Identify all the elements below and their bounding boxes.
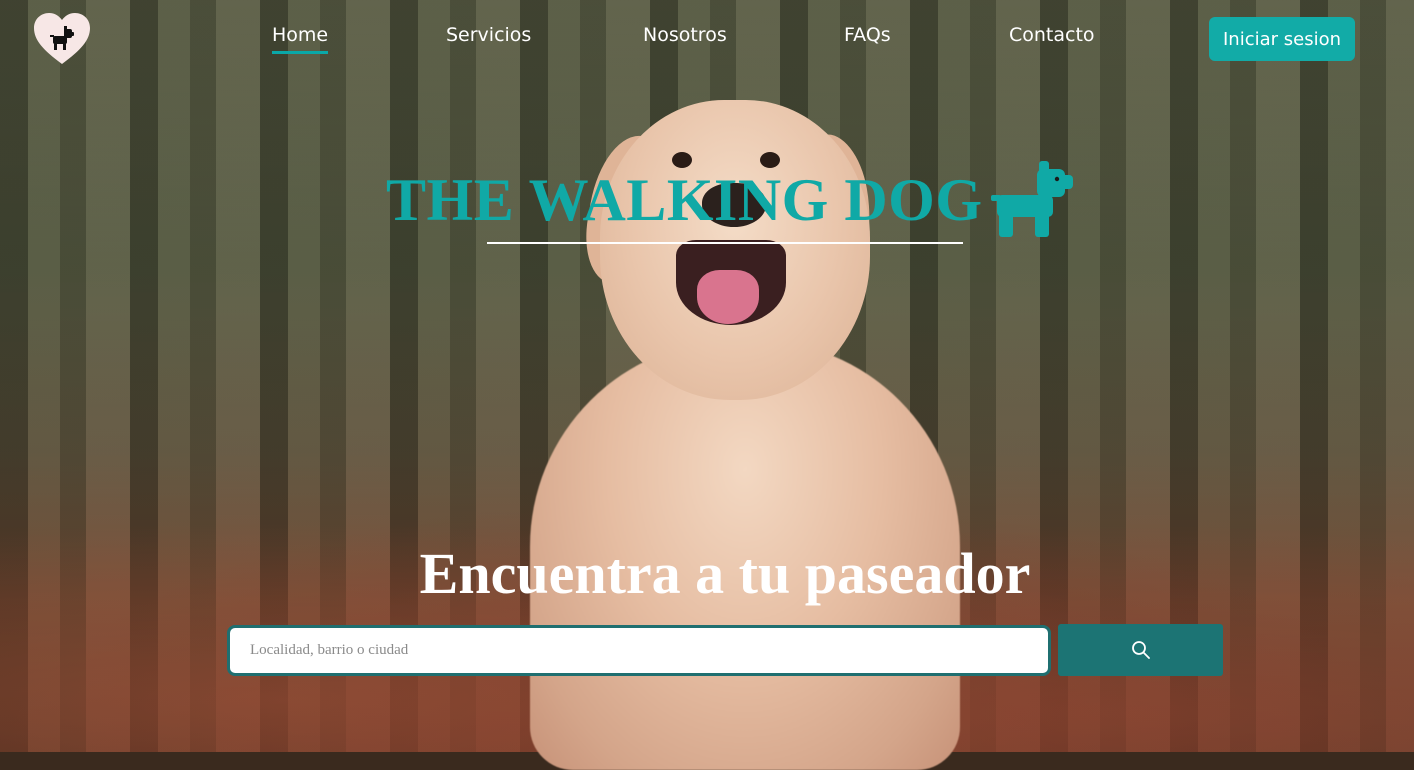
dog-photo-tongue <box>697 270 759 324</box>
nav-servicios[interactable]: Servicios <box>446 24 531 46</box>
nav-home[interactable]: Home <box>272 24 329 54</box>
location-search-input[interactable] <box>227 625 1051 676</box>
login-button[interactable]: Iniciar sesion <box>1209 17 1355 61</box>
search-icon <box>1131 641 1150 659</box>
navbar: Home Servicios Nosotros FAQs Contacto In… <box>0 0 1414 75</box>
nav-contacto[interactable]: Contacto <box>1009 24 1095 46</box>
brand-title: THE WALKING DOG <box>386 166 983 233</box>
hero-heading: Encuentra a tu paseador <box>419 541 1031 606</box>
nav-nosotros[interactable]: Nosotros <box>643 24 727 46</box>
nav-faqs[interactable]: FAQs <box>844 24 891 46</box>
dog-icon <box>990 161 1073 237</box>
brand-underline <box>487 242 963 244</box>
search-button[interactable] <box>1058 624 1223 676</box>
logo-heart-dog-icon[interactable] <box>33 12 91 66</box>
brand-heading: THE WALKING DOG <box>386 160 1075 240</box>
